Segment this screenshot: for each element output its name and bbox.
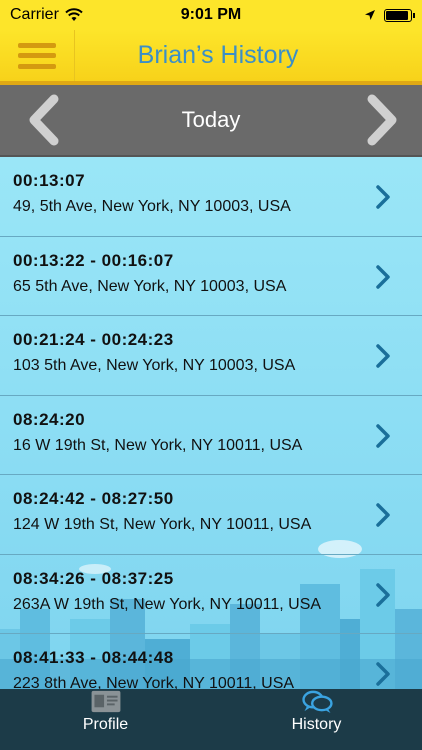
menu-button[interactable] — [0, 30, 75, 81]
day-selector: Today — [0, 85, 422, 157]
list-item[interactable]: 08:24:20 16 W 19th St, New York, NY 1001… — [0, 396, 422, 475]
entry-time: 08:24:20 — [13, 409, 86, 429]
entry-time: 08:34:26 - 08:37:25 — [13, 568, 174, 588]
list-item[interactable]: 08:24:42 - 08:27:50 124 W 19th St, New Y… — [0, 475, 422, 555]
entry-address: 65 5th Ave, New York, NY 10003, USA — [13, 277, 287, 295]
chevron-right-icon — [367, 94, 397, 146]
entry-address: 263A W 19th St, New York, NY 10011, USA — [13, 595, 322, 613]
entry-address: 103 5th Ave, New York, NY 10003, USA — [13, 357, 296, 374]
list-item[interactable]: 00:13:07 49, 5th Ave, New York, NY 10003… — [0, 157, 422, 237]
chevron-right-icon — [376, 662, 390, 686]
carrier-label: Carrier — [10, 6, 59, 23]
status-left: Carrier — [10, 6, 83, 24]
chat-bubbles-icon — [301, 690, 333, 714]
list-item[interactable]: 08:41:33 - 08:44:48 223 8th Ave, New Yor… — [0, 634, 422, 689]
entry-address: 49, 5th Ave, New York, NY 10003, USA — [13, 198, 291, 215]
entry-address: 223 8th Ave, New York, NY 10011, USA — [13, 675, 295, 689]
hamburger-icon — [18, 42, 56, 69]
battery-icon — [384, 8, 415, 22]
entry-time: 00:13:07 — [13, 171, 86, 190]
wifi-icon — [65, 8, 83, 21]
list-item[interactable]: 00:21:24 - 00:24:23 103 5th Ave, New Yor… — [0, 316, 422, 396]
id-card-icon — [91, 690, 120, 713]
entry-address: 124 W 19th St, New York, NY 10011, USA — [13, 516, 312, 533]
list-item[interactable]: 00:13:22 - 00:16:07 65 5th Ave, New York… — [0, 237, 422, 316]
tab-history-label: History — [291, 716, 342, 733]
chevron-right-icon — [376, 185, 390, 209]
chevron-right-icon — [376, 503, 390, 527]
entry-time: 00:21:24 - 00:24:23 — [13, 330, 174, 349]
status-bar: Carrier 9:01 PM — [0, 0, 422, 30]
entry-address: 16 W 19th St, New York, NY 10011, USA — [13, 436, 303, 454]
tab-history[interactable]: History — [211, 689, 422, 750]
chevron-right-icon — [376, 344, 390, 368]
location-arrow-icon — [365, 10, 375, 20]
page-title: Brian’s History — [137, 41, 299, 69]
status-right — [364, 8, 415, 22]
entry-time: 08:41:33 - 08:44:48 — [13, 648, 174, 667]
chevron-right-icon — [376, 423, 390, 448]
list-item[interactable]: 08:34:26 - 08:37:25 263A W 19th St, New … — [0, 555, 422, 634]
nav-bar: Brian’s History — [0, 30, 422, 85]
chevron-right-icon — [376, 264, 390, 289]
entry-time: 08:24:42 - 08:27:50 — [13, 489, 174, 508]
tab-profile[interactable]: Profile — [0, 689, 211, 750]
tab-bar: Profile History — [0, 689, 422, 750]
chevron-right-icon — [376, 582, 390, 607]
entry-time: 00:13:22 - 00:16:07 — [13, 250, 174, 270]
history-list[interactable]: 00:13:07 49, 5th Ave, New York, NY 10003… — [0, 157, 422, 689]
tab-profile-label: Profile — [82, 716, 129, 733]
next-day-button[interactable] — [358, 93, 408, 147]
